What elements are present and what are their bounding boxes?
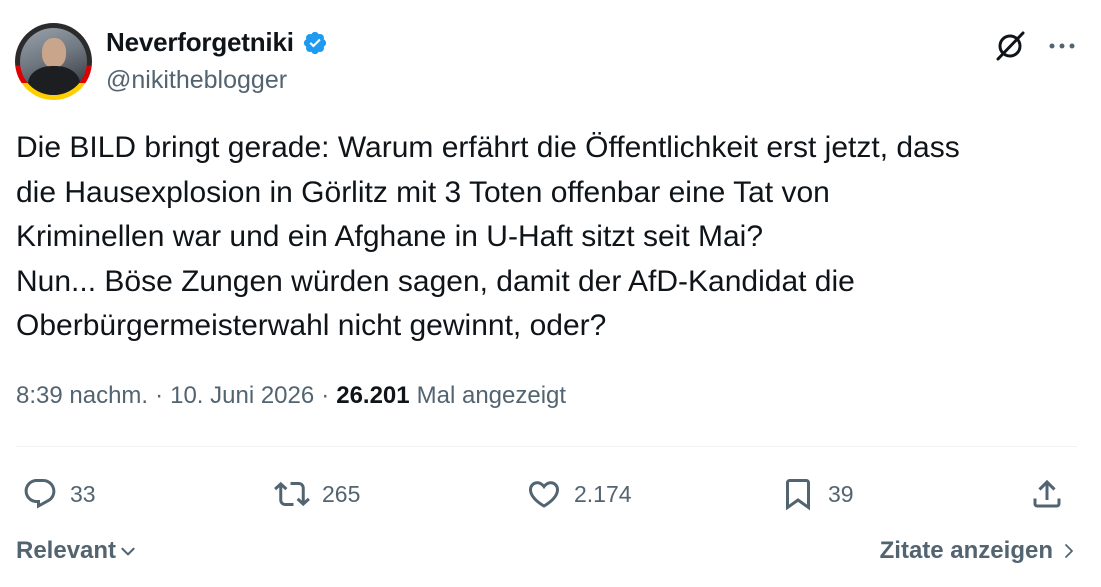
- more-options-button[interactable]: [1040, 24, 1084, 68]
- author-display-name[interactable]: Neverforgetniki: [106, 27, 294, 58]
- grok-button[interactable]: [988, 24, 1032, 68]
- share-button[interactable]: [1029, 470, 1065, 518]
- repost-count: 265: [322, 480, 361, 507]
- views-label: Mal angezeigt: [416, 382, 567, 409]
- like-count: 2.174: [574, 480, 632, 507]
- meta-separator: ·: [155, 382, 164, 409]
- quotes-label: Zitate anzeigen: [879, 537, 1053, 564]
- tweet-date[interactable]: 10. Juni 2026: [170, 382, 314, 410]
- share-icon: [1033, 479, 1061, 508]
- like-button[interactable]: 2.174: [526, 470, 632, 518]
- tweet-time[interactable]: 8:39 nachm.: [16, 382, 148, 410]
- tweet-meta: 8:39 nachm. · 10. Juni 2026 · 26.201 Mal…: [16, 382, 566, 410]
- chevron-down-icon: [121, 547, 135, 556]
- heart-icon: [528, 481, 560, 508]
- bookmark-count: 39: [828, 480, 854, 507]
- tweet-text: Die BILD bringt gerade: Warum erfährt di…: [16, 131, 960, 342]
- avatar[interactable]: [15, 23, 92, 100]
- grok-icon: [996, 31, 1025, 61]
- view-quotes-link[interactable]: Zitate anzeigen: [880, 537, 1077, 565]
- author-handle[interactable]: @nikitheblogger: [106, 66, 287, 95]
- meta-separator: ·: [321, 382, 330, 409]
- repost-icon: [274, 481, 310, 507]
- bookmark-button[interactable]: 39: [780, 470, 854, 518]
- sort-label: Relevant: [16, 537, 117, 564]
- tweet-card: Neverforgetniki @nikitheblogger Die BILD…: [0, 0, 1101, 587]
- divider: [16, 446, 1077, 447]
- more-horizontal-icon: [1049, 43, 1075, 49]
- repost-button[interactable]: 265: [274, 470, 360, 518]
- verified-badge-icon[interactable]: [302, 30, 328, 56]
- reply-icon: [24, 479, 56, 509]
- views-count[interactable]: 26.201: [336, 382, 409, 410]
- bookmark-icon: [786, 479, 810, 511]
- sort-dropdown[interactable]: Relevant: [16, 537, 137, 565]
- reply-count: 33: [70, 480, 96, 507]
- chevron-right-icon: [1065, 544, 1073, 558]
- reply-button[interactable]: 33: [22, 470, 96, 518]
- author-name-row: Neverforgetniki: [106, 27, 328, 58]
- avatar-photo: [20, 28, 87, 95]
